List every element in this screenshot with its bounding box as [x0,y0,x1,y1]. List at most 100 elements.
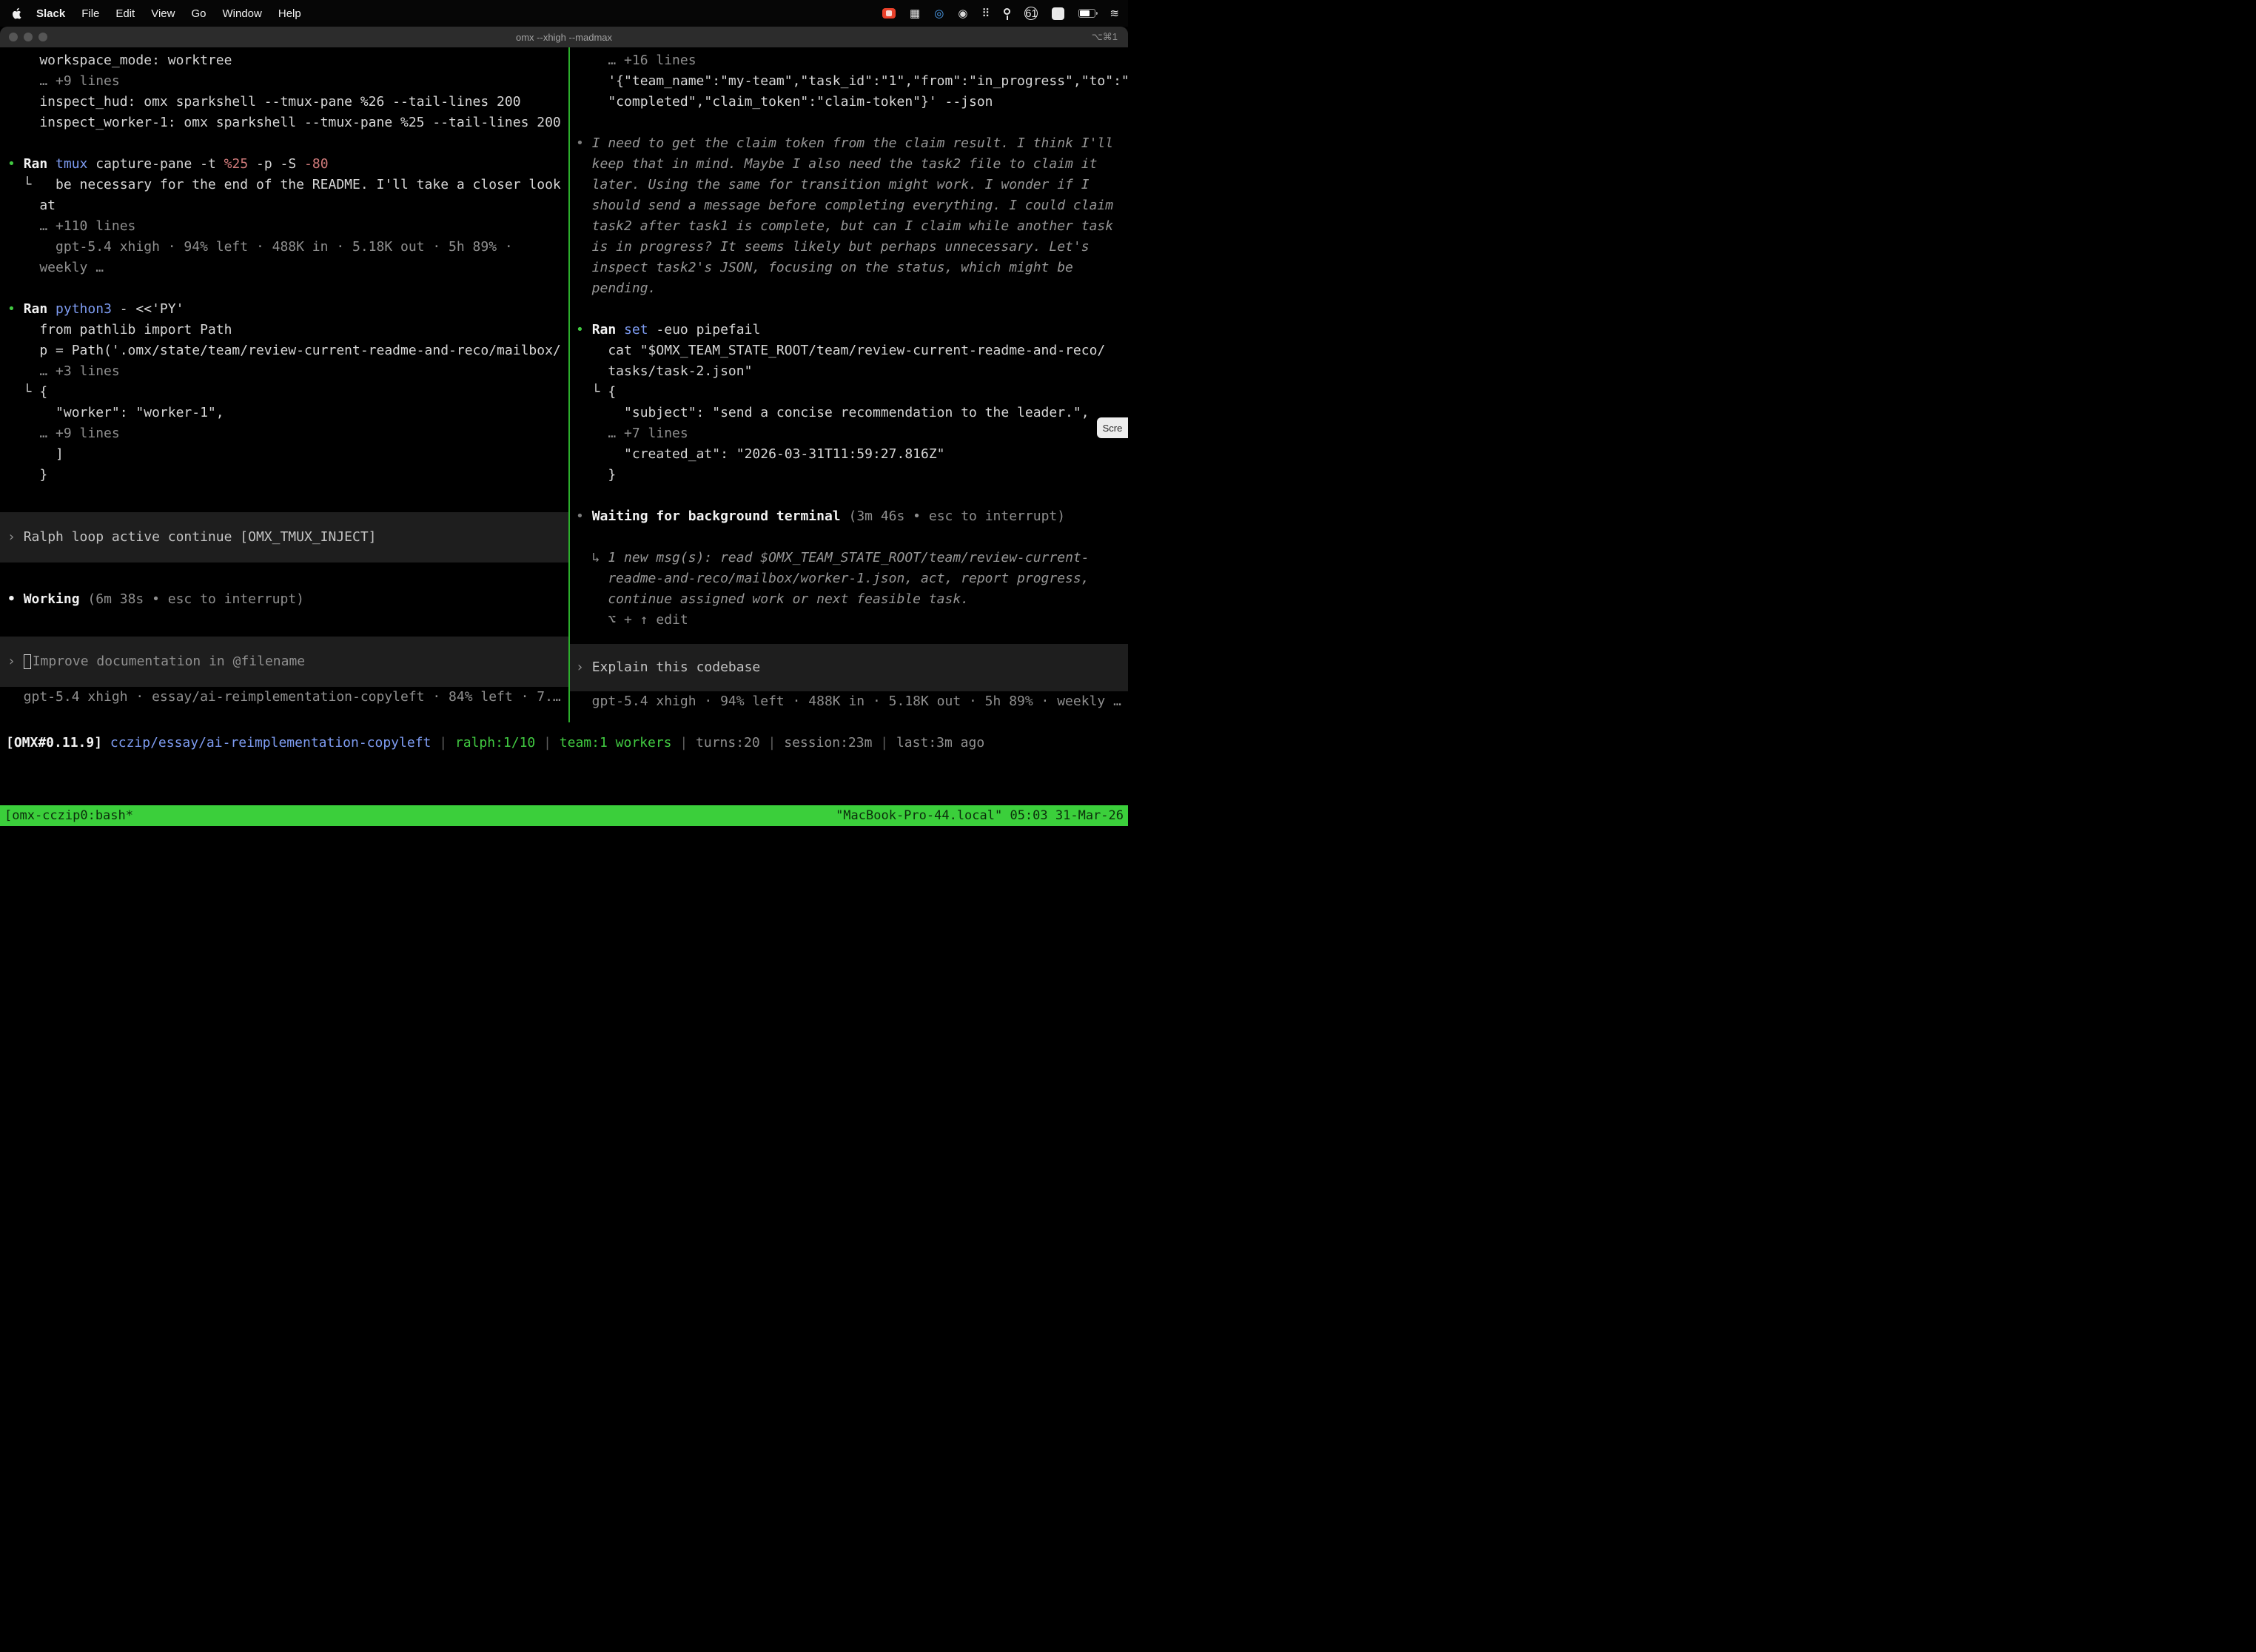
terminal-line: } [7,465,568,486]
text-segment: • [7,301,24,317]
apps-grid-icon[interactable]: ▦ [910,7,920,20]
stand-icon[interactable] [1004,8,1010,15]
text-segment: from pathlib import Path [7,322,232,338]
text-segment: … +16 lines [576,53,696,68]
terminal-line: tasks/task-2.json" [576,361,1128,382]
text-segment: inspect task2's JSON, focusing on the st… [576,260,1073,275]
terminal-line: at [7,195,568,216]
text-segment: Explain this codebase [592,659,761,675]
text-segment: Working [24,591,80,607]
terminal-line [7,610,568,631]
menubar-status-icons: ▦ ◎ ◉ ⠿ 61 A ≋ [882,7,1119,20]
terminal-line: should send a message before completing … [576,195,1128,216]
text-segment: › [576,659,592,675]
input-source-icon[interactable]: A [1052,7,1064,20]
text-segment: "worker": "worker-1", [7,405,224,420]
terminal-line: └ { [576,382,1128,403]
text-segment: 1 new msg(s): read $OMX_TEAM_STATE_ROOT/… [608,550,1089,565]
terminal-line: ↳ 1 new msg(s): read $OMX_TEAM_STATE_ROO… [576,548,1128,568]
omx-status-segment: [OMX#0.11.9] [6,735,102,751]
text-segment: … +9 lines [7,426,120,441]
menu-item-help[interactable]: Help [278,7,301,20]
omx-status-segment: | [535,735,560,751]
text-segment: gpt-5.4 xhigh · 94% left · 488K in · 5.1… [576,694,1121,709]
menu-items: File Edit View Go Window Help [81,7,318,20]
battery-percent-icon[interactable]: 61 [1024,7,1038,20]
pane-left: workspace_mode: worktree … +9 lines insp… [0,47,568,722]
terminal-line: ⌥ + ↑ edit [576,610,1128,631]
terminal-line [576,486,1128,506]
text-segment: • [576,508,592,524]
text-segment: Ralph loop active continue [OMX_TMUX_INJ… [24,529,377,545]
text-segment: at [7,198,56,213]
text-segment: - <<'PY' [112,301,184,317]
omx-status-segment: team:1 workers [560,735,672,751]
text-segment: "created_at": "2026-03-31T11:59:27.816Z" [576,446,945,462]
text-segment: gpt-5.4 xhigh · essay/ai-reimplementatio… [7,689,561,705]
menu-item-edit[interactable]: Edit [115,7,135,20]
text-segment: "completed","claim_token":"claim-token"}… [576,94,993,110]
dots-grid-icon[interactable]: ⠿ [981,7,990,20]
menu-item-view[interactable]: View [151,7,175,20]
terminal-line [7,563,568,583]
terminal-content: workspace_mode: worktree … +9 lines insp… [0,47,1128,826]
window-title: omx --xhigh --madmax [0,32,1128,43]
terminal-line [576,527,1128,548]
omx-status-segment [102,735,110,751]
wifi-icon[interactable]: ≋ [1109,7,1119,20]
window-shortcut: ⌥⌘1 [1092,31,1118,43]
battery-icon[interactable] [1078,9,1095,18]
text-segment: • [7,156,24,172]
prompt-suggestion[interactable]: › Explain this codebase [570,644,1128,691]
omx-status-segment: turns:20 [696,735,760,751]
ralph-loop-banner: › Ralph loop active continue [OMX_TMUX_I… [0,512,568,563]
text-segment: Ran [24,156,56,172]
terminal-line: continue assigned work or next feasible … [576,589,1128,610]
text-segment: } [576,467,616,483]
text-segment: should send a message before completing … [576,198,1113,213]
terminal-line: from pathlib import Path [7,320,568,340]
text-segment: Ran [592,322,624,338]
disc-icon[interactable]: ◉ [958,7,967,20]
apple-icon[interactable] [12,7,23,20]
menu-item-go[interactable]: Go [191,7,206,20]
text-segment: -80 [304,156,329,172]
text-segment: • [576,135,592,151]
menu-item-file[interactable]: File [81,7,99,20]
text-segment: workspace_mode: worktree [7,53,232,68]
terminal-line: workspace_mode: worktree [7,50,568,71]
terminal-line: } [576,465,1128,486]
menu-bar: Slack File Edit View Go Window Help ▦ ◎ ◉ ⠿ 61 A ≋ [0,0,1128,27]
text-segment: (6m 38s • esc to interrupt) [87,591,304,607]
omx-status-segment: | [431,735,455,751]
omx-status-segment: | [760,735,785,751]
prompt-input[interactable]: › Improve documentation in @filename [0,637,568,687]
text-cursor [24,654,31,669]
terminal-line: … +9 lines [7,71,568,92]
omx-status-segment: session:23m [784,735,872,751]
text-segment: capture-pane -t [87,156,224,172]
terminal-line [7,278,568,299]
terminal-line: cat "$OMX_TEAM_STATE_ROOT/team/review-cu… [576,340,1128,361]
terminal-line: later. Using the same for transition mig… [576,175,1128,195]
text-segment: Waiting for background terminal [592,508,841,524]
text-segment: › [7,654,24,669]
tmux-panes: workspace_mode: worktree … +9 lines insp… [0,47,1128,722]
terminal-line: • Ran python3 - <<'PY' [7,299,568,320]
text-segment: • [7,591,24,607]
text-segment: › [7,529,24,545]
compass-icon[interactable]: ◎ [934,7,944,20]
text-segment: • [576,322,592,338]
screen-share-popover[interactable]: Scre [1097,417,1128,438]
terminal-line: pending. [576,278,1128,299]
menu-item-window[interactable]: Window [223,7,262,20]
text-segment: tasks/task-2.json" [576,363,752,379]
screen-record-icon[interactable] [882,8,896,19]
text-segment: } [7,467,47,483]
text-segment: … +7 lines [576,426,688,441]
active-app-name[interactable]: Slack [36,7,65,20]
terminal-line: … +7 lines [576,423,1128,444]
pane-right: … +16 lines '{"team_name":"my-team","tas… [570,47,1128,722]
terminal-line: … +110 lines [7,216,568,237]
text-segment: … +3 lines [7,363,120,379]
